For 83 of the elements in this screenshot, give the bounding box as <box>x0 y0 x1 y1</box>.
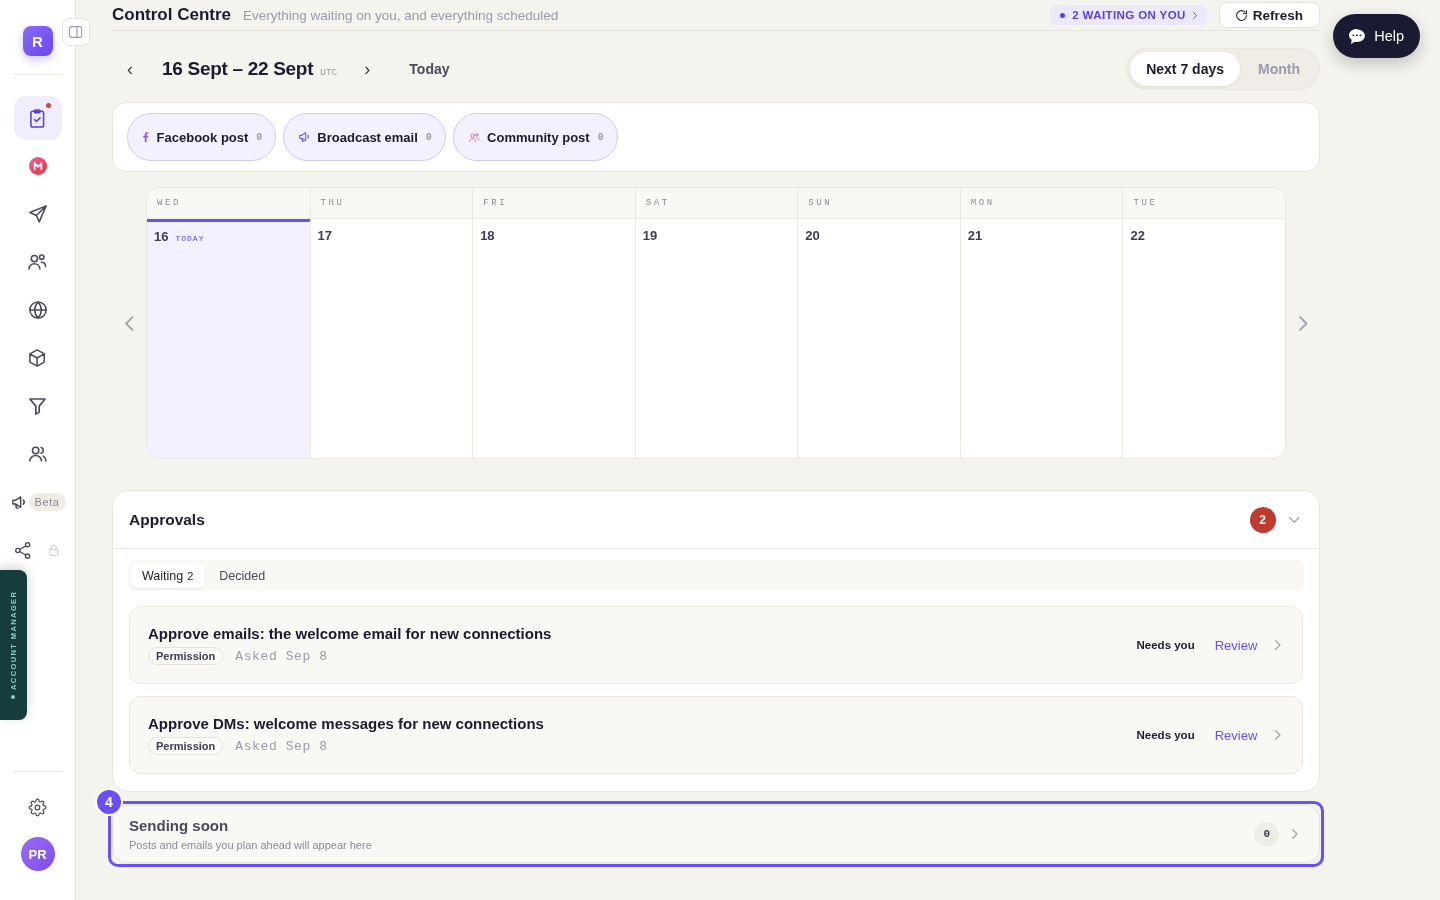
sidebar-toggle-button[interactable] <box>62 18 90 46</box>
weekday-label: FRI <box>473 188 635 219</box>
weekday-label: THU <box>310 188 473 219</box>
page-subtitle: Everything waiting on you, and everything scheduled <box>243 7 559 23</box>
m-logo-icon <box>28 157 47 175</box>
sending-soon-card[interactable]: Sending soon Posts and emails you plan ahead will appear here 0 <box>112 805 1320 863</box>
refresh-button[interactable]: Refresh <box>1218 2 1320 28</box>
day-number: 17 <box>317 228 333 243</box>
count-badge: 0 <box>1254 821 1280 847</box>
dot-icon <box>1060 12 1066 18</box>
calendar-day-cell[interactable]: 22 <box>1123 219 1285 458</box>
day-number: 19 <box>642 228 658 243</box>
weekday-label: SUN <box>798 188 960 219</box>
weekday-label: TUE <box>1123 188 1285 219</box>
megaphone-icon <box>299 132 310 142</box>
status-label: Needs you <box>1136 639 1195 651</box>
chevron-right-icon <box>1192 11 1197 19</box>
tab[interactable]: Waiting 2 <box>131 563 205 588</box>
chat-bubble-icon <box>1349 28 1366 44</box>
day-number: 20 <box>805 228 820 243</box>
weekday-label: MON <box>960 188 1123 219</box>
calendar-day-cell[interactable]: 16 TODAY <box>147 219 310 458</box>
review-link[interactable]: Review <box>1214 637 1258 653</box>
asked-date: Asked Sep 8 <box>235 738 328 754</box>
chevron-down-icon[interactable] <box>1288 516 1299 523</box>
permission-tag: Permission <box>148 647 224 665</box>
asked-date: Asked Sep 8 <box>235 648 328 664</box>
count-badge: 2 <box>1249 506 1276 533</box>
day-number: 16 <box>154 229 169 244</box>
funnel-icon <box>29 397 46 415</box>
filter-chip[interactable]: Facebook post 0 <box>127 113 277 161</box>
tab[interactable]: Decided <box>208 563 277 588</box>
approval-item[interactable]: Approve DMs: welcome messages for new connections Permission Asked Sep 8 Needs you Review <box>129 696 1303 774</box>
calendar-day-cell[interactable]: 20 <box>798 219 960 458</box>
filter-chip[interactable]: Broadcast email 0 <box>283 113 446 161</box>
user-avatar[interactable]: PR <box>20 837 55 871</box>
approval-item[interactable]: Approve emails: the welcome email for new connections Permission Asked Sep 8 Needs you Review <box>129 606 1303 684</box>
settings-icon[interactable] <box>28 798 47 817</box>
people-icon <box>28 254 47 270</box>
section-title: Sending soon <box>129 817 230 834</box>
filter-chip[interactable]: Community post 0 <box>452 113 618 161</box>
previous-week-button[interactable]: ‹ <box>122 59 138 79</box>
day-number: 22 <box>1130 228 1145 243</box>
view-tab[interactable]: Next 7 days <box>1130 52 1240 86</box>
approval-title: Approve DMs: welcome messages for new connections <box>148 715 544 732</box>
page-title: Control Centre <box>112 5 231 25</box>
sidebar-nav-item[interactable] <box>13 96 62 140</box>
day-number: 18 <box>480 228 495 243</box>
date-range: 16 Sept – 22 Sept <box>162 58 314 80</box>
beta-tag: Beta <box>28 493 66 511</box>
calendar-day-cell[interactable]: 21 <box>960 219 1123 458</box>
paper-plane-icon <box>28 205 47 223</box>
today-label: TODAY <box>175 234 205 243</box>
share-icon <box>14 541 30 559</box>
facebook-f-icon <box>143 132 149 142</box>
clipboard-check-icon <box>30 108 45 128</box>
weekday-label: SAT <box>635 188 798 219</box>
status-dot-icon <box>11 695 16 700</box>
permission-tag: Permission <box>148 737 224 755</box>
calendar-day-cell[interactable]: 19 <box>635 219 798 458</box>
section-title: Approvals <box>129 510 205 529</box>
help-button[interactable]: Help <box>1333 14 1420 58</box>
timezone-label: UTC <box>320 67 338 78</box>
calendar-day-cell[interactable]: 17 <box>310 219 473 458</box>
workspace-logo[interactable]: R <box>22 26 53 56</box>
refresh-icon <box>1235 9 1247 21</box>
users-icon <box>28 446 47 462</box>
waiting-filter-button[interactable]: 2 WAITING ON YOU <box>1050 5 1207 25</box>
calendar-day-cell[interactable]: 18 <box>473 219 635 458</box>
status-label: Needs you <box>1136 729 1195 741</box>
day-number: 21 <box>967 228 983 243</box>
today-button[interactable]: Today <box>409 61 450 77</box>
people-icon <box>468 132 480 142</box>
step-number-badge: 4 <box>95 788 123 816</box>
panel-icon <box>69 26 83 38</box>
weekday-label: WED <box>147 188 310 219</box>
megaphone-icon <box>11 495 25 509</box>
globe-icon <box>28 301 47 319</box>
review-link[interactable]: Review <box>1214 727 1258 743</box>
cube-icon <box>29 349 46 367</box>
approval-title: Approve emails: the welcome email for new connections <box>148 625 552 642</box>
next-week-button[interactable]: › <box>359 59 376 79</box>
section-subtitle: Posts and emails you plan ahead will appear here <box>129 839 372 851</box>
